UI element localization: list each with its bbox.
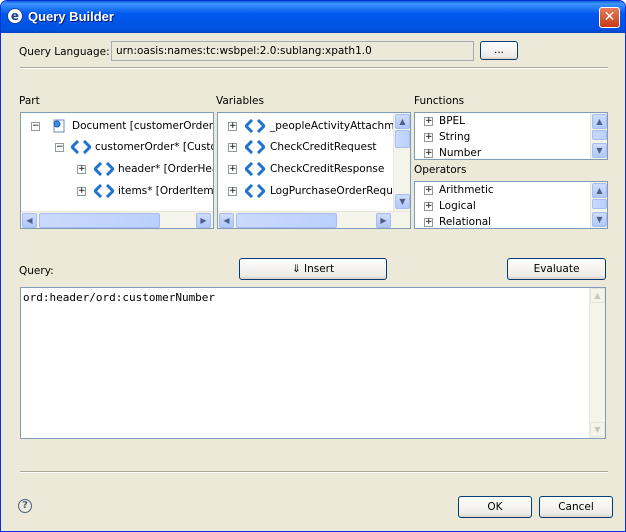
expand-toggle[interactable]: +: [424, 149, 433, 158]
scroll-down-icon[interactable]: ▼: [592, 212, 607, 227]
variable-icon: [245, 140, 265, 154]
cancel-button[interactable]: Cancel: [539, 496, 613, 518]
scroll-left-icon[interactable]: ◀: [219, 213, 234, 228]
operators-tree-label: Logical: [439, 200, 476, 212]
variables-tree[interactable]: + _peopleActivityAttachmen + CheckCredit…: [217, 112, 411, 229]
top-separator: [20, 67, 608, 69]
variable-icon: [245, 184, 265, 198]
scroll-thumb[interactable]: [236, 213, 337, 228]
scroll-up-icon[interactable]: ▲: [590, 288, 605, 303]
functions-tree-label: String: [439, 131, 471, 143]
expand-toggle[interactable]: +: [228, 122, 237, 131]
scroll-thumb[interactable]: [39, 213, 160, 228]
close-icon: ✕: [603, 9, 616, 25]
operators-tree[interactable]: + Arithmetic + Logical + Relational ▲ ▼: [414, 181, 608, 229]
variables-label: Variables: [216, 95, 264, 107]
help-icon[interactable]: ?: [18, 499, 32, 513]
expand-toggle[interactable]: +: [424, 218, 433, 227]
expand-toggle[interactable]: +: [228, 165, 237, 174]
scroll-up-icon[interactable]: ▲: [592, 183, 607, 198]
query-language-field[interactable]: urn:oasis:names:tc:wsbpel:2.0:sublang:xp…: [111, 41, 474, 61]
part-tree-label: Document [customerOrder]: [72, 120, 214, 132]
scroll-thumb[interactable]: [395, 130, 410, 148]
expand-toggle[interactable]: +: [77, 187, 86, 196]
vertical-scrollbar[interactable]: ▲ ▼: [590, 182, 607, 228]
evaluate-button[interactable]: Evaluate: [507, 258, 606, 280]
close-button[interactable]: ✕: [599, 7, 620, 28]
scroll-down-icon[interactable]: ▼: [590, 422, 605, 437]
query-vertical-scrollbar[interactable]: ▲ ▼: [589, 288, 605, 438]
scroll-up-icon[interactable]: ▲: [395, 114, 410, 129]
bottom-separator: [20, 471, 608, 473]
scroll-right-icon[interactable]: ▶: [196, 213, 211, 228]
expand-toggle[interactable]: +: [424, 186, 433, 195]
scroll-up-icon[interactable]: ▲: [592, 114, 607, 129]
horizontal-scrollbar[interactable]: ◀ ▶: [218, 211, 410, 228]
element-icon: [94, 184, 114, 198]
document-icon: [53, 119, 65, 133]
scroll-right-icon[interactable]: ▶: [376, 213, 391, 228]
variables-tree-label: CheckCreditRequest: [270, 141, 377, 153]
operators-tree-label: Arithmetic: [439, 184, 494, 196]
scroll-down-icon[interactable]: ▼: [395, 194, 410, 209]
insert-button[interactable]: ⇓ Insert: [239, 258, 387, 280]
scroll-thumb[interactable]: [592, 199, 607, 209]
variables-tree-label: LogPurchaseOrderReques: [270, 185, 405, 197]
expand-toggle[interactable]: +: [424, 202, 433, 211]
scroll-down-icon[interactable]: ▼: [592, 143, 607, 158]
part-tree-label: customerOrder* [Custon: [95, 141, 214, 153]
vertical-scrollbar[interactable]: ▲ ▼: [393, 113, 410, 211]
ok-button[interactable]: OK: [458, 496, 532, 518]
part-label: Part: [19, 95, 40, 107]
collapse-toggle[interactable]: −: [31, 122, 40, 131]
functions-tree[interactable]: + BPEL + String + Number ▲ ▼: [414, 112, 608, 160]
vertical-scrollbar[interactable]: ▲ ▼: [590, 113, 607, 159]
expand-toggle[interactable]: +: [77, 165, 86, 174]
variables-tree-label: CheckCreditResponse: [270, 163, 385, 175]
part-tree-label: items* [OrderItems: [118, 185, 214, 197]
query-builder-window: e Query Builder ✕ Query Language: urn:oa…: [0, 0, 626, 532]
variables-tree-label: _peopleActivityAttachmen: [270, 120, 408, 132]
variable-icon: [245, 119, 265, 133]
part-tree-label: header* [OrderHea: [118, 163, 214, 175]
query-label: Query:: [19, 265, 54, 277]
functions-tree-label: BPEL: [439, 115, 466, 127]
title-bar[interactable]: e Query Builder ✕: [1, 1, 625, 33]
scroll-thumb[interactable]: [592, 130, 607, 140]
element-icon: [94, 162, 114, 176]
part-tree[interactable]: − Document [customerOrder] − customerOrd…: [20, 112, 214, 229]
scroll-left-icon[interactable]: ◀: [22, 213, 37, 228]
horizontal-scrollbar[interactable]: ◀ ▶: [21, 211, 213, 228]
variable-icon: [245, 162, 265, 176]
expand-toggle[interactable]: +: [228, 187, 237, 196]
functions-tree-label: Number: [439, 147, 482, 159]
query-editor[interactable]: [20, 287, 606, 439]
element-icon: [71, 140, 91, 154]
eclipse-app-icon: e: [7, 8, 23, 24]
functions-label: Functions: [414, 95, 465, 107]
operators-tree-label: Relational: [439, 216, 492, 228]
query-language-label: Query Language:: [19, 46, 110, 58]
operators-label: Operators: [414, 164, 467, 176]
expand-toggle[interactable]: +: [424, 133, 433, 142]
browse-button[interactable]: ...: [480, 41, 518, 60]
collapse-toggle[interactable]: −: [55, 143, 64, 152]
expand-toggle[interactable]: +: [424, 117, 433, 126]
window-title: Query Builder: [28, 9, 114, 24]
expand-toggle[interactable]: +: [228, 143, 237, 152]
